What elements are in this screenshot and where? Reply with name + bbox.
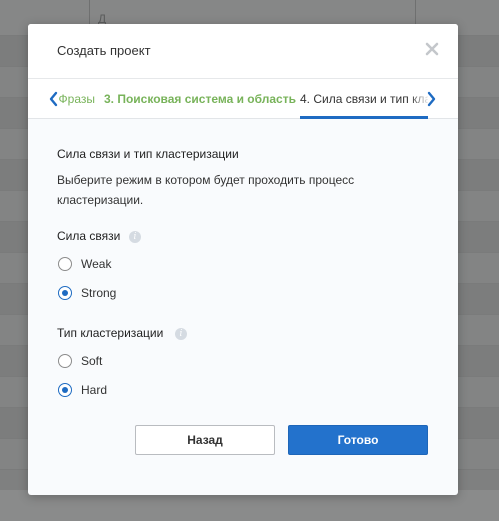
step-strength-clustering[interactable]: 4. Сила связи и тип кластеризации <box>300 92 428 119</box>
close-icon[interactable] <box>424 41 440 57</box>
step-phrases-label: 2. Фразы <box>59 92 95 106</box>
done-button[interactable]: Готово <box>288 425 428 455</box>
wizard-steps: 2. Фразы 3. Поисковая система и область … <box>28 78 458 119</box>
create-project-dialog: Создать проект 2. Фразы 3. Поисковая сис… <box>28 24 458 495</box>
radio-strong-circle[interactable] <box>58 286 72 300</box>
radio-weak-label: Weak <box>81 257 112 271</box>
radio-weak-circle[interactable] <box>58 257 72 271</box>
info-icon[interactable]: i <box>129 231 141 243</box>
section-title: Сила связи и тип кластеризации <box>57 147 239 161</box>
step-search-engine[interactable]: 3. Поисковая система и область <box>104 92 296 106</box>
radio-hard-label: Hard <box>81 383 108 397</box>
dialog-header: Создать проект <box>28 24 458 78</box>
strength-label: Сила связи <box>57 229 121 243</box>
radio-soft-label: Soft <box>81 354 103 368</box>
active-step-indicator <box>300 116 428 119</box>
clustering-label: Тип кластеризации <box>57 326 164 340</box>
radio-soft-circle[interactable] <box>58 354 72 368</box>
radio-strong-label: Strong <box>81 286 117 300</box>
step-phrases[interactable]: 2. Фразы <box>59 92 95 106</box>
back-button[interactable]: Назад <box>135 425 275 455</box>
chevron-right-icon[interactable] <box>425 91 437 107</box>
info-icon[interactable]: i <box>175 328 187 340</box>
dialog-title: Создать проект <box>57 43 151 58</box>
section-description: Выберите режим в котором будет проходить… <box>57 173 355 207</box>
radio-hard-circle[interactable] <box>58 383 72 397</box>
